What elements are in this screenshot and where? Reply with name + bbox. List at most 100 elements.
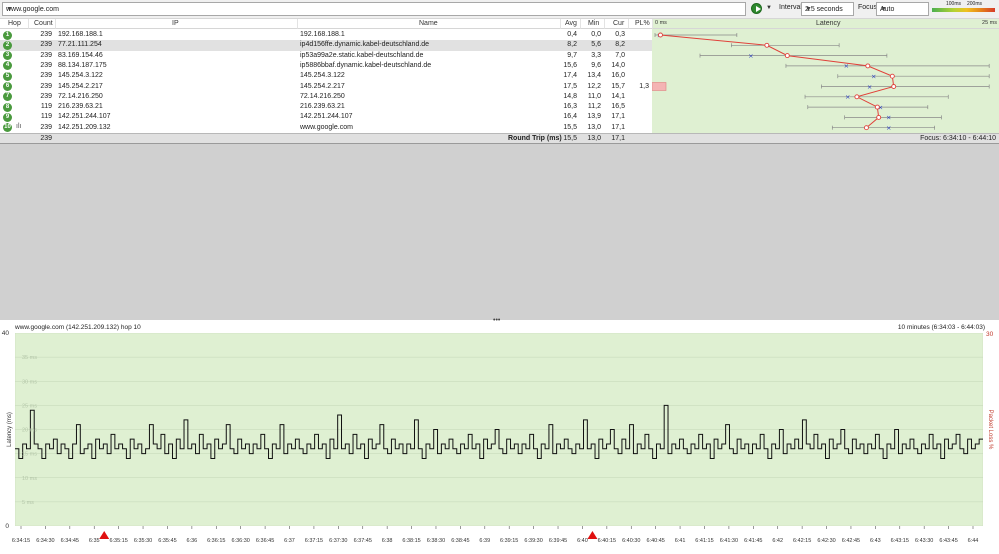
hop-min: 5,6 <box>591 41 601 49</box>
table-row[interactable]: 9 119 142.251.244.107 142.251.244.107 16,4 13… <box>0 112 652 122</box>
latency-current-marker: × <box>845 93 850 101</box>
table-row[interactable]: 8 119 216.239.63.21 216.239.63.21 16,3 11,2 16… <box>0 102 652 112</box>
focus-select[interactable]: Auto ▼ <box>876 2 929 16</box>
hop-column-header[interactable]: Hop <box>0 19 28 29</box>
latency-average-point <box>764 42 770 48</box>
x-tick-label: 6:41:45 <box>744 538 762 544</box>
hop-count: 239 <box>40 41 52 49</box>
x-tick-label: 6:39 <box>479 538 490 544</box>
x-tick-label: 6:37 <box>284 538 295 544</box>
pl-column-header[interactable]: PL% <box>628 19 652 29</box>
latency-current-marker: × <box>871 73 876 81</box>
latency-header-label: Latency <box>816 20 841 27</box>
table-row[interactable]: 1 239 192.168.188.1 192.168.188.1 0,4 0,0 0,3 <box>0 30 652 40</box>
hop-ip: 142.251.244.107 <box>58 113 111 121</box>
hop-count: 119 <box>40 103 52 111</box>
hop-count: 239 <box>40 31 52 38</box>
latency-average-point <box>865 63 871 69</box>
x-tick-label: 6:44 <box>968 538 979 544</box>
hop-min: 3,3 <box>591 51 601 59</box>
hop-ip: 83.169.154.46 <box>58 51 103 59</box>
hop-cur: 17,1 <box>611 123 625 131</box>
table-row[interactable]: 2 239 77.21.111.254 ip4d156ffe.dynamic.kabe… <box>0 40 652 51</box>
latency-average-point <box>863 125 869 131</box>
x-tick-label: 6:34:30 <box>36 538 54 544</box>
hop-avg: 17,5 <box>563 82 577 90</box>
graph-icon[interactable]: ılı <box>16 123 21 130</box>
chevron-down-icon: ▼ <box>880 6 887 13</box>
avg-header-label: Avg <box>565 20 577 27</box>
x-tick-label: 6:35:15 <box>109 538 127 544</box>
table-row[interactable]: 3 239 83.169.154.46 ip53a99a2e.static.kabel… <box>0 51 652 61</box>
x-tick-label: 6:40 <box>577 538 588 544</box>
latency-history-axes: 40 35 ms 30 ms 25 ms 20 ms 15 ms 10 ms 5 ms 0 Lat… <box>2 330 994 544</box>
hop-number-badge: 6 <box>3 82 12 91</box>
pl-header-label: PL% <box>635 20 650 27</box>
hop-min: 11,2 <box>587 103 601 111</box>
y-tick-label: 10 ms <box>22 476 37 482</box>
x-tick-label: 6:35 <box>89 538 100 544</box>
cur-column-header[interactable]: Cur <box>604 19 628 29</box>
focus-range-label: Focus: 6:34:10 - 6:44:10 <box>920 135 996 142</box>
hop-cur: 7,0 <box>615 51 625 59</box>
hop-cur: 16,0 <box>611 72 625 80</box>
min-header-label: Min <box>588 20 600 27</box>
table-row[interactable]: 7 239 72.14.216.250 72.14.216.250 14,8 11,0 14… <box>0 92 652 102</box>
cur-header-label: Cur <box>613 20 625 27</box>
name-column-header[interactable]: Name <box>297 19 560 29</box>
hop-name: www.google.com <box>300 123 353 131</box>
x-tick-label: 6:39:30 <box>524 538 542 544</box>
hop-number-badge: 4 <box>3 61 12 71</box>
interval-label: Interval <box>779 4 802 11</box>
hop-min: 12,2 <box>587 82 601 90</box>
hop-number-badge: 1 <box>3 30 12 40</box>
hop-cur: 16,5 <box>611 103 625 111</box>
hop-ip: 192.168.188.1 <box>58 31 103 38</box>
play-icon[interactable] <box>751 3 762 14</box>
avg-column-header[interactable]: Avg <box>560 19 580 29</box>
hop-number-badge: 5 <box>3 71 12 81</box>
round-trip-label: Round Trip (ms) <box>508 135 562 142</box>
table-row[interactable]: 4 239 88.134.187.175 ip5886bbaf.dynamic.kab… <box>0 61 652 71</box>
min-column-header[interactable]: Min <box>580 19 604 29</box>
table-row[interactable]: 5 239 145.254.3.122 145.254.3.122 17,4 13,4 16… <box>0 71 652 81</box>
latency-current-marker: × <box>748 52 753 60</box>
hop-name: ip5886bbaf.dynamic.kabel-deutschland.de <box>300 61 432 69</box>
menu-arrow-icon[interactable]: ▼ <box>766 5 772 11</box>
x-tick-label: 6:41 <box>675 538 686 544</box>
latency-scale-end: 25 ms <box>982 20 997 26</box>
target-address-input[interactable]: www.google.com ▼ <box>2 2 746 16</box>
count-header-label: Count <box>34 20 53 27</box>
hop-number-badge: 3 <box>3 51 12 61</box>
hop-min: 11,0 <box>587 92 601 100</box>
x-tick-label: 6:41:15 <box>695 538 713 544</box>
hop-min: 13,4 <box>587 72 601 80</box>
ip-column-header[interactable]: IP <box>55 19 297 29</box>
latency-column-header[interactable]: 0 ms Latency 25 ms <box>652 19 999 29</box>
hop-ip: 216.239.63.21 <box>58 103 103 111</box>
y-tick-label: 25 ms <box>22 403 37 409</box>
x-tick-label: 6:38:30 <box>427 538 445 544</box>
x-tick-label: 6:40:30 <box>622 538 640 544</box>
hop-min: 13,0 <box>587 123 601 131</box>
hop-count: 239 <box>40 82 52 90</box>
hop-number-badge: 9 <box>3 112 12 122</box>
x-tick-label: 6:40:45 <box>646 538 664 544</box>
y-tick-label: 20 ms <box>22 428 37 434</box>
name-header-label: Name <box>419 20 438 27</box>
x-tick-label: 6:35:45 <box>158 538 176 544</box>
hop-cur: 14,1 <box>611 92 625 100</box>
table-row[interactable]: 10 239 142.251.209.132 www.google.com 15,5 13… <box>0 123 652 133</box>
hop-ip: 72.14.216.250 <box>58 92 103 100</box>
x-tick-label: 6:38:15 <box>402 538 420 544</box>
hop-min: 9,6 <box>591 61 601 69</box>
hop-ip: 88.134.187.175 <box>58 61 107 69</box>
interval-select[interactable]: 2.5 seconds ▼ <box>801 2 854 16</box>
dropdown-arrow-icon[interactable]: ▼ <box>6 6 743 13</box>
y-tick-label: 35 ms <box>22 355 37 361</box>
totals-row: 239 Round Trip (ms) 15,5 13,0 17,1 Focus… <box>0 133 999 144</box>
count-column-header[interactable]: Count <box>28 19 55 29</box>
table-row[interactable]: 6 239 145.254.2.217 145.254.2.217 17,5 12,2 15… <box>0 82 652 92</box>
latency-scale-start: 0 ms <box>655 20 667 26</box>
hop-number-badge: 7 <box>3 92 12 102</box>
